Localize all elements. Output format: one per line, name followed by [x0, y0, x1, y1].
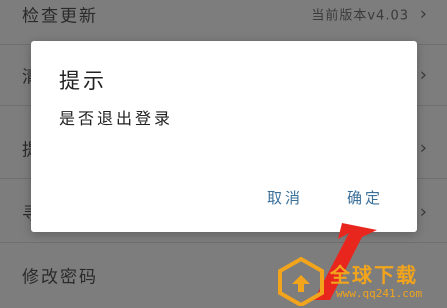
- version-text: 当前版本v4.03: [311, 8, 409, 24]
- chevron-right-icon: ›: [419, 64, 427, 86]
- row-label: 修改密码: [22, 267, 98, 288]
- row-label: 检查更新: [22, 6, 98, 27]
- confirm-button[interactable]: 确定: [341, 183, 389, 212]
- dialog-title: 提示: [59, 69, 107, 93]
- watermark-logo-icon: [278, 256, 324, 306]
- dialog-message: 是否退出登录: [59, 109, 174, 128]
- cancel-button[interactable]: 取消: [261, 183, 309, 212]
- logout-dialog: 提示 是否退出登录 取消 确定: [31, 41, 417, 232]
- watermark-brand: 全球下载: [330, 263, 418, 287]
- chevron-right-icon: ›: [419, 3, 427, 25]
- chevron-right-icon: ›: [419, 201, 427, 223]
- watermark-url: www.qq241.com: [336, 287, 423, 300]
- watermark: 全球下载 www.qq241.com: [276, 256, 447, 308]
- settings-row-check-update[interactable]: 检查更新 当前版本v4.03 ›: [0, 0, 447, 45]
- chevron-right-icon: ›: [419, 137, 427, 159]
